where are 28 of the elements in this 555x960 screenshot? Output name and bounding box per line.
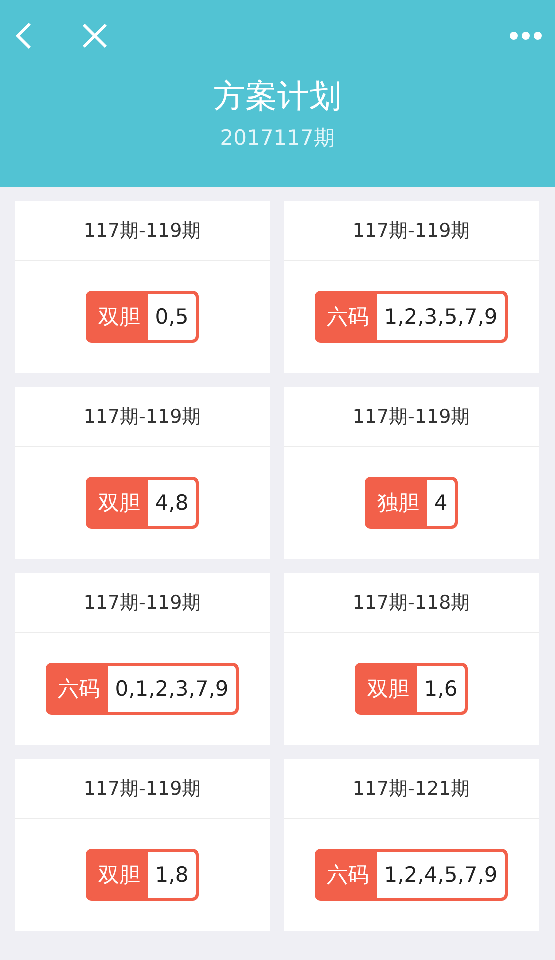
issue-number: 2017117期 <box>220 125 335 152</box>
plan-numbers: 1,6 <box>417 666 465 712</box>
period-range: 117期-119期 <box>84 404 202 430</box>
plan-type: 双胆 <box>97 862 142 889</box>
period-range: 117期-119期 <box>84 590 202 616</box>
period-range: 117期-119期 <box>84 776 202 802</box>
plan-type: 六码 <box>326 862 370 889</box>
plan-type: 双胆 <box>97 490 142 517</box>
period-range: 117期-119期 <box>352 404 470 430</box>
more-icon[interactable] <box>509 31 543 41</box>
plan-type: 双胆 <box>97 304 142 331</box>
period-range: 117期-119期 <box>352 218 470 244</box>
close-icon[interactable] <box>82 23 108 49</box>
plan-type: 双胆 <box>366 676 410 703</box>
plan-type: 独胆 <box>376 490 420 517</box>
plan-type: 六码 <box>326 304 370 331</box>
plan-numbers: 1,2,3,5,7,9 <box>377 294 505 340</box>
period-range: 117期-119期 <box>84 218 202 244</box>
period-range: 117期-121期 <box>352 776 470 802</box>
plan-numbers: 4,8 <box>148 480 196 526</box>
plan-numbers: 1,2,4,5,7,9 <box>377 852 505 898</box>
page-title: 方案计划 <box>214 76 342 117</box>
plan-numbers: 1,8 <box>148 852 196 898</box>
plan-type: 六码 <box>57 676 102 703</box>
plan-numbers: 0,5 <box>148 294 196 340</box>
period-range: 117期-118期 <box>352 590 470 616</box>
plan-numbers: 0,1,2,3,7,9 <box>108 666 236 712</box>
plan-numbers: 4 <box>427 480 455 526</box>
